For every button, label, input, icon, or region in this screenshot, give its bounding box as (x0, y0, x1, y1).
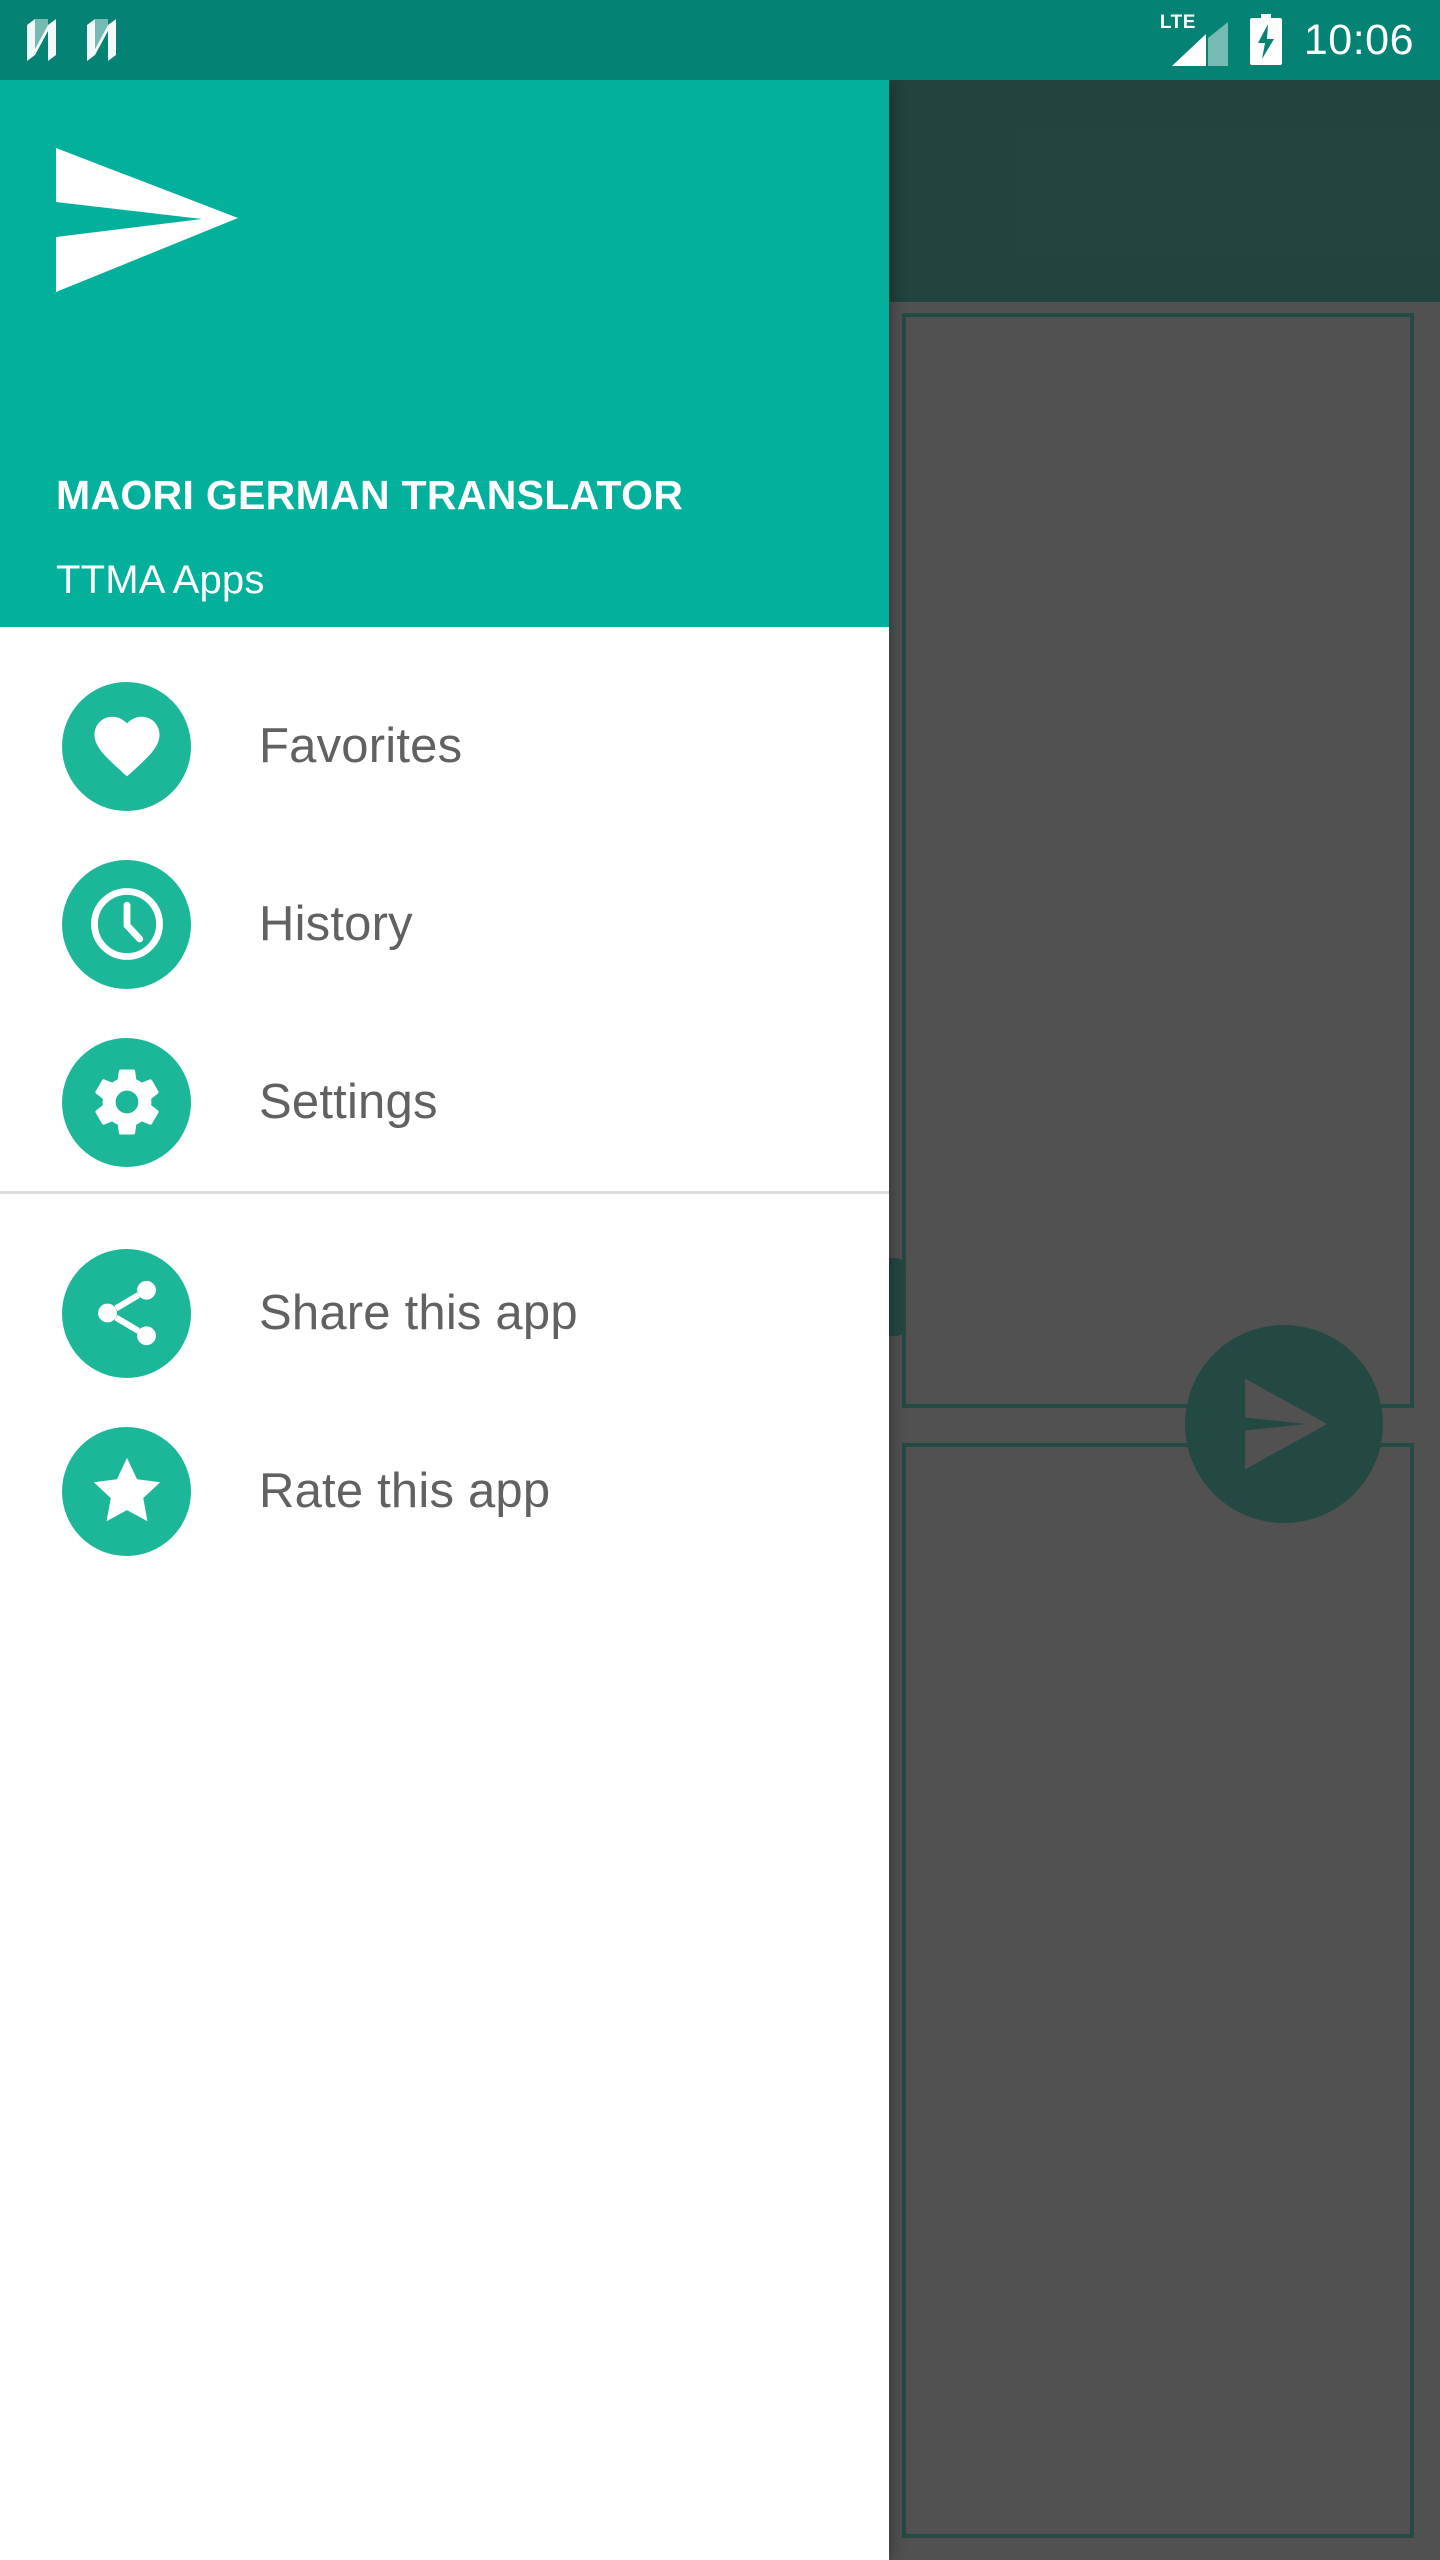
status-bar-clock: 10:06 (1303, 15, 1414, 64)
drawer-item-label: Favorites (259, 719, 463, 773)
status-bar: LTE 10:06 (0, 0, 1440, 80)
drawer-item-label: Settings (259, 1075, 438, 1129)
drawer-item-share-this-app[interactable]: Share this app (0, 1224, 889, 1402)
drawer-secondary-menu: Share this app Rate this app (0, 1194, 889, 1580)
screen-root: GERMAN LTE (0, 0, 1440, 2560)
status-bar-left (24, 19, 122, 61)
drawer-item-history[interactable]: History (0, 835, 889, 1013)
drawer-app-subtitle: TTMA Apps (56, 558, 265, 602)
drawer-app-title: MAORI GERMAN TRANSLATOR (56, 472, 684, 518)
gear-icon (62, 1037, 191, 1167)
battery-charging-icon (1249, 14, 1282, 65)
drawer-item-settings[interactable]: Settings (0, 1013, 889, 1191)
network-type-indicator: LTE (1160, 12, 1228, 66)
send-button[interactable] (1185, 1325, 1383, 1523)
share-icon (62, 1248, 191, 1378)
source-text-panel[interactable] (902, 313, 1414, 1408)
app-logo-icon (52, 145, 242, 295)
drawer-header: MAORI GERMAN TRANSLATOR TTMA Apps (0, 80, 889, 627)
signal-bars-icon (1171, 22, 1228, 66)
navigation-drawer: MAORI GERMAN TRANSLATOR TTMA Apps Favori… (0, 80, 889, 2560)
drawer-primary-menu: Favorites History Settings (0, 627, 889, 1191)
nfc-icon (87, 19, 116, 61)
target-text-panel[interactable] (902, 1443, 1414, 2538)
drawer-item-favorites[interactable]: Favorites (0, 657, 889, 835)
clock-icon (62, 859, 191, 989)
drawer-item-label: Rate this app (259, 1464, 551, 1518)
star-icon (62, 1426, 191, 1556)
send-icon (1245, 1378, 1328, 1470)
heart-icon (62, 681, 191, 811)
drawer-item-label: History (259, 897, 413, 951)
drawer-item-label: Share this app (259, 1286, 578, 1340)
drawer-item-rate-this-app[interactable]: Rate this app (0, 1402, 889, 1580)
nfc-icon (27, 19, 56, 61)
status-bar-right: LTE 10:06 (1160, 12, 1414, 66)
